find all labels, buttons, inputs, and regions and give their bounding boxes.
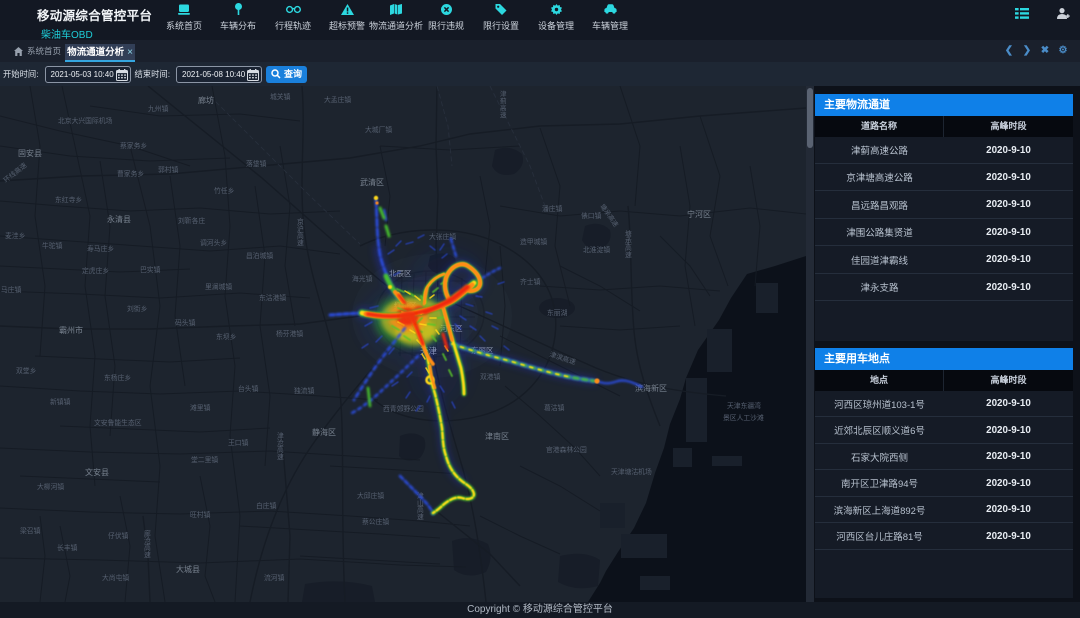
svg-text:滩里镇: 滩里镇 <box>190 403 211 412</box>
svg-text:文安县: 文安县 <box>85 467 109 477</box>
svg-text:文安鲁能生态区: 文安鲁能生态区 <box>94 418 142 427</box>
svg-text:调河头乡: 调河头乡 <box>200 238 227 247</box>
svg-text:双堂乡: 双堂乡 <box>16 366 37 375</box>
svg-text:津南区: 津南区 <box>485 431 509 441</box>
svg-text:刘靳各庄: 刘靳各庄 <box>178 216 205 225</box>
svg-text:静海区: 静海区 <box>312 427 336 437</box>
svg-text:海光镇: 海光镇 <box>352 274 373 283</box>
svg-text:北辰区: 北辰区 <box>389 269 412 278</box>
svg-text:大尚屯镇: 大尚屯镇 <box>102 573 129 582</box>
svg-text:东红寺乡: 东红寺乡 <box>55 195 82 204</box>
svg-text:潘庄镇: 潘庄镇 <box>542 204 563 213</box>
svg-text:齐士镇: 齐士镇 <box>520 277 541 286</box>
svg-text:大邱庄镇: 大邱庄镇 <box>357 491 384 500</box>
svg-text:独流镇: 独流镇 <box>294 386 315 395</box>
svg-text:东杨庄乡: 东杨庄乡 <box>104 373 131 382</box>
svg-text:新镇镇: 新镇镇 <box>50 397 71 406</box>
svg-text:麦洼乡: 麦洼乡 <box>5 231 26 240</box>
svg-text:固安县: 固安县 <box>18 148 42 158</box>
svg-text:蔡公庄镇: 蔡公庄镇 <box>362 517 389 526</box>
svg-text:北京大兴国际机场: 北京大兴国际机场 <box>58 116 113 125</box>
svg-text:京沪高速: 京沪高速 <box>297 217 304 247</box>
svg-text:天津塘沽机场: 天津塘沽机场 <box>611 467 652 476</box>
svg-text:码头镇: 码头镇 <box>175 318 196 327</box>
svg-text:竹任乡: 竹任乡 <box>214 186 235 195</box>
svg-text:霸州市: 霸州市 <box>59 325 83 335</box>
svg-text:仔伏镇: 仔伏镇 <box>108 531 129 540</box>
svg-text:王口镇: 王口镇 <box>228 438 249 447</box>
svg-text:大孟庄镇: 大孟庄镇 <box>324 95 351 104</box>
svg-text:廊坊: 廊坊 <box>198 95 214 105</box>
svg-text:梁召镇: 梁召镇 <box>20 526 41 535</box>
svg-text:蔡家务乡: 蔡家务乡 <box>120 141 147 150</box>
svg-text:落垡镇: 落垡镇 <box>246 159 267 168</box>
svg-text:景区人工沙滩: 景区人工沙滩 <box>723 413 764 422</box>
svg-text:双港镇: 双港镇 <box>480 372 501 381</box>
svg-text:白庄镇: 白庄镇 <box>256 501 277 510</box>
svg-text:里澜城镇: 里澜城镇 <box>205 282 232 291</box>
svg-text:北淮淀镇: 北淮淀镇 <box>583 245 610 254</box>
svg-text:郭村镇: 郭村镇 <box>158 165 179 174</box>
svg-text:牛驼镇: 牛驼镇 <box>42 241 63 250</box>
svg-text:定虎庄乡: 定虎庄乡 <box>82 266 109 275</box>
svg-text:昌泊城镇: 昌泊城镇 <box>246 251 273 260</box>
svg-text:廊沧高速: 廊沧高速 <box>144 529 151 559</box>
svg-text:长丰镇: 长丰镇 <box>57 543 78 552</box>
svg-text:流河镇: 流河镇 <box>264 573 285 582</box>
svg-text:滨海新区: 滨海新区 <box>635 383 667 393</box>
svg-text:津蓟高速: 津蓟高速 <box>500 90 507 119</box>
svg-text:武清区: 武清区 <box>360 177 384 187</box>
svg-text:塘承高速: 塘承高速 <box>625 229 632 259</box>
svg-text:大柳河镇: 大柳河镇 <box>37 482 64 491</box>
svg-text:九州镇: 九州镇 <box>148 104 169 113</box>
svg-text:津沧高速: 津沧高速 <box>277 432 284 461</box>
svg-text:巴实镇: 巴实镇 <box>140 265 161 274</box>
svg-text:大城县: 大城县 <box>176 564 200 574</box>
svg-text:马庄镇: 马庄镇 <box>1 285 22 294</box>
svg-text:天津东疆湾: 天津东疆湾 <box>727 401 761 410</box>
svg-text:城关镇: 城关镇 <box>270 92 291 101</box>
svg-text:俵口镇: 俵口镇 <box>581 211 602 220</box>
svg-text:官港森林公园: 官港森林公园 <box>546 445 587 454</box>
svg-text:杨芬港镇: 杨芬港镇 <box>276 329 303 338</box>
svg-text:造甲城镇: 造甲城镇 <box>520 237 547 246</box>
svg-text:刘街乡: 刘街乡 <box>127 304 148 313</box>
svg-text:东坝乡: 东坝乡 <box>216 332 237 341</box>
svg-text:东丽湖: 东丽湖 <box>547 308 568 317</box>
svg-text:堂二里镇: 堂二里镇 <box>191 455 218 464</box>
svg-text:宁河区: 宁河区 <box>687 209 711 219</box>
svg-text:曹家务乡: 曹家务乡 <box>117 169 144 178</box>
svg-text:旺村镇: 旺村镇 <box>190 510 211 519</box>
svg-text:永清县: 永清县 <box>107 214 131 224</box>
svg-text:葛沽镇: 葛沽镇 <box>544 403 565 412</box>
svg-text:台头镇: 台头镇 <box>238 384 259 393</box>
svg-text:大城厂镇: 大城厂镇 <box>365 125 392 134</box>
svg-text:东沽港镇: 东沽港镇 <box>259 293 286 302</box>
svg-text:寿马庄乡: 寿马庄乡 <box>87 244 114 253</box>
